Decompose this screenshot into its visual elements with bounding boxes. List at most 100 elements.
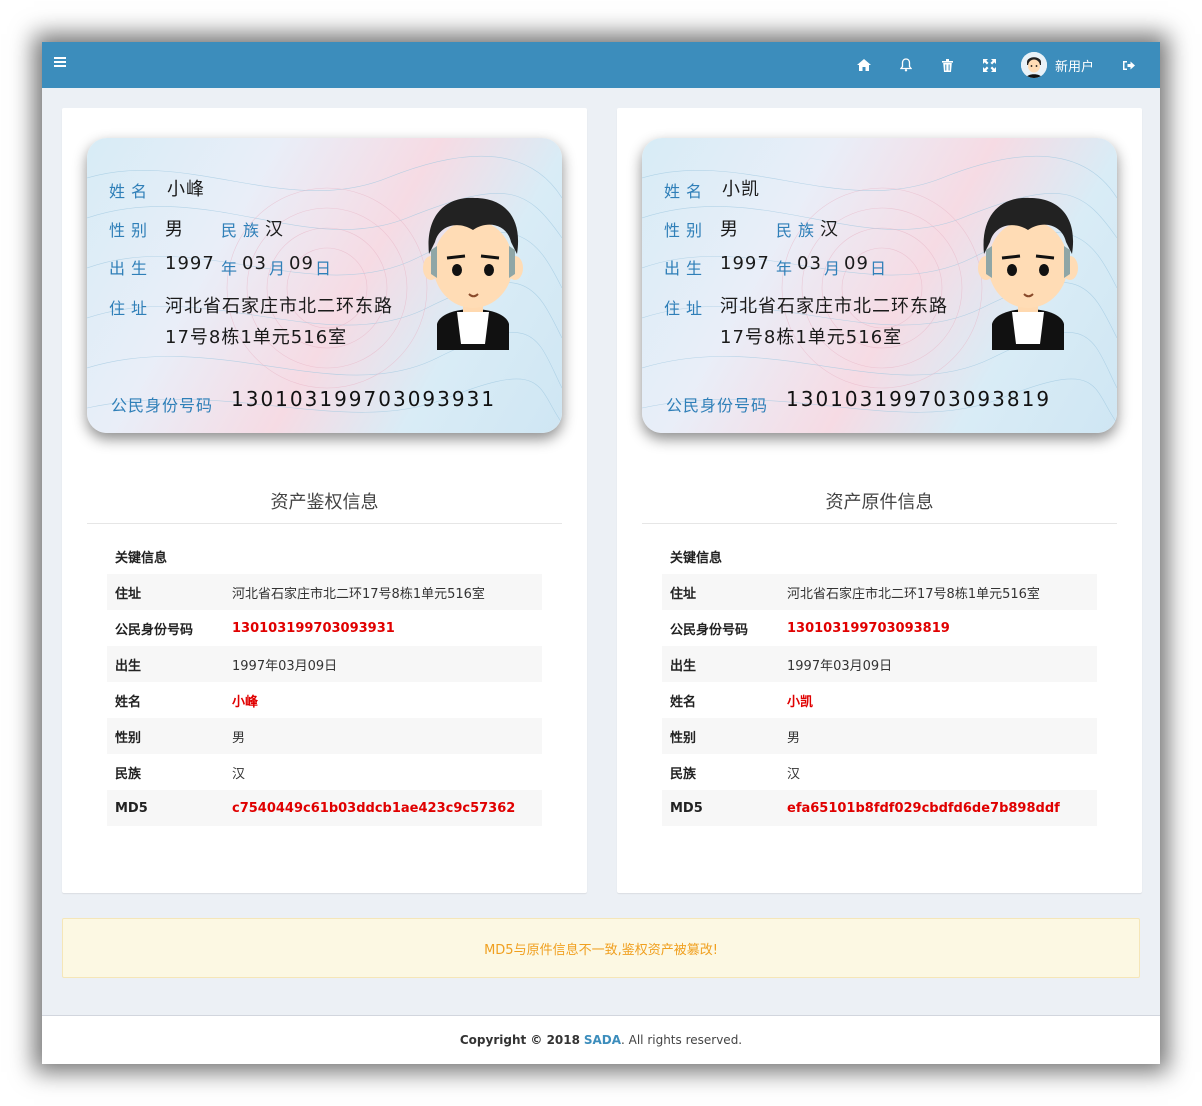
table-row: 公民身份号码 130103199703093931 <box>107 610 542 646</box>
table-row: MD5 efa65101b8fdf029cbdfd6de7b898ddf <box>662 790 1097 826</box>
card-gender: 男 <box>720 219 739 240</box>
card-label-id: 公民身份号码 <box>666 396 769 415</box>
section-title: 资产原件信息 <box>825 492 934 513</box>
row-key: 性别 <box>107 718 224 754</box>
navbar-right: 新用户 <box>843 42 1150 88</box>
card-id-number: 130103199703093819 <box>786 387 1052 411</box>
footer-copyright: Copyright © 2018 <box>459 1033 580 1047</box>
divider <box>642 523 1117 524</box>
home-icon[interactable] <box>843 42 885 88</box>
section-title: 资产鉴权信息 <box>270 492 379 513</box>
alert-message: MD5与原件信息不一致,鉴权资产被篡改! <box>484 942 718 958</box>
row-value: 河北省石家庄市北二环17号8栋1单元516室 <box>779 574 1097 610</box>
key-info-table: 关键信息 住址 河北省石家庄市北二环17号8栋1单元516室 公民身份号码 1301… <box>662 538 1097 826</box>
card-label-id: 公民身份号码 <box>111 396 214 415</box>
row-value: c7540449c61b03ddcb1ae423c9c57362 <box>224 790 542 826</box>
row-value: 1997年03月09日 <box>779 646 1097 682</box>
divider <box>87 523 562 524</box>
table-row: 姓名 小凯 <box>662 682 1097 718</box>
menu-icon[interactable] <box>54 55 74 75</box>
card-day-unit: 日 <box>315 259 332 278</box>
row-value: 130103199703093819 <box>787 620 950 636</box>
trash-icon[interactable] <box>927 42 969 88</box>
footer: Copyright © 2018 SADA. All rights reserv… <box>42 1015 1160 1064</box>
row-value: 汉 <box>787 766 801 782</box>
table-row: 民族 汉 <box>107 754 542 790</box>
card-birth-month: 03 <box>242 253 267 274</box>
card-birth-year: 1997 <box>165 253 215 274</box>
id-card-image: 姓名 小峰 性别 男 民族 汉 出生 1997 年 03 月 09 日 住址 河… <box>87 138 562 433</box>
portrait-image <box>417 194 529 350</box>
card-birth-day: 09 <box>289 253 314 274</box>
card-label-address: 住址 <box>109 299 154 318</box>
row-key: 民族 <box>115 766 142 782</box>
card-label-gender: 性别 <box>109 221 154 240</box>
card-label-ethnic: 民族 <box>221 221 266 240</box>
fullscreen-icon[interactable] <box>969 42 1011 88</box>
card-name: 小峰 <box>167 179 205 200</box>
row-key: 住址 <box>107 574 224 610</box>
row-value: 1997年03月09日 <box>224 646 542 682</box>
original-info-panel: 姓名 小凯 性别 男 民族 汉 出生 1997 年 03 月 09 日 住址 河… <box>617 108 1142 893</box>
card-label-name: 姓名 <box>664 182 709 201</box>
row-value: 小峰 <box>232 694 259 710</box>
table-row: 出生 1997年03月09日 <box>107 646 542 682</box>
card-ethnic: 汉 <box>820 219 839 240</box>
row-key: 出生 <box>662 646 779 682</box>
card-address-line1: 河北省石家庄市北二环东路 <box>720 296 948 317</box>
portrait-image <box>972 194 1084 350</box>
row-value: 130103199703093931 <box>232 620 395 636</box>
card-label-birth: 出生 <box>664 259 709 278</box>
row-value: 男 <box>779 718 1097 754</box>
card-label-name: 姓名 <box>109 182 154 201</box>
table-row: 姓名 小峰 <box>107 682 542 718</box>
card-address-line1: 河北省石家庄市北二环东路 <box>165 296 393 317</box>
card-label-address: 住址 <box>664 299 709 318</box>
table-row: 公民身份号码 130103199703093819 <box>662 610 1097 646</box>
id-card-image: 姓名 小凯 性别 男 民族 汉 出生 1997 年 03 月 09 日 住址 河… <box>642 138 1117 433</box>
table-row: 民族 汉 <box>662 754 1097 790</box>
row-key: 民族 <box>670 766 697 782</box>
table-header: 关键信息 <box>670 550 723 566</box>
card-id-number: 130103199703093931 <box>231 387 497 411</box>
footer-brand-link[interactable]: SADA <box>584 1033 621 1047</box>
user-menu[interactable]: 新用户 <box>1011 42 1108 88</box>
card-label-ethnic: 民族 <box>776 221 821 240</box>
card-month-unit: 月 <box>824 259 841 278</box>
row-key: 姓名 <box>115 694 142 710</box>
app-window: 新用户 姓名 小峰 性别 男 民族 汉 出生 1997 年 03 月 09 日 … <box>42 42 1160 1064</box>
bell-icon[interactable] <box>885 42 927 88</box>
card-label-gender: 性别 <box>664 221 709 240</box>
row-key: 住址 <box>662 574 779 610</box>
row-value: efa65101b8fdf029cbdfd6de7b898ddf <box>779 790 1097 826</box>
card-name: 小凯 <box>722 179 760 200</box>
auth-info-panel: 姓名 小峰 性别 男 民族 汉 出生 1997 年 03 月 09 日 住址 河… <box>62 108 587 893</box>
card-ethnic: 汉 <box>265 219 284 240</box>
avatar <box>1020 52 1047 78</box>
card-birth-month: 03 <box>797 253 822 274</box>
tamper-warning-alert: MD5与原件信息不一致,鉴权资产被篡改! <box>62 918 1140 978</box>
top-navbar: 新用户 <box>42 42 1160 88</box>
table-row: 性别男 <box>107 718 542 754</box>
card-birth-day: 09 <box>844 253 869 274</box>
table-row: 住址 河北省石家庄市北二环17号8栋1单元516室 <box>107 574 542 610</box>
row-key: 公民身份号码 <box>115 622 194 638</box>
card-address-line2: 17号8栋1单元516室 <box>720 327 903 348</box>
table-row: 性别男 <box>662 718 1097 754</box>
row-value: 男 <box>224 718 542 754</box>
card-month-unit: 月 <box>269 259 286 278</box>
table-row: 住址 河北省石家庄市北二环17号8栋1单元516室 <box>662 574 1097 610</box>
card-year-unit: 年 <box>776 259 793 278</box>
user-name: 新用户 <box>1054 59 1094 75</box>
logout-icon[interactable] <box>1108 42 1150 88</box>
card-gender: 男 <box>165 219 184 240</box>
footer-suffix: . All rights reserved. <box>621 1033 743 1047</box>
card-label-birth: 出生 <box>109 259 154 278</box>
table-header: 关键信息 <box>115 550 168 566</box>
row-key: 公民身份号码 <box>670 622 749 638</box>
card-birth-year: 1997 <box>720 253 770 274</box>
row-value: 小凯 <box>787 694 814 710</box>
row-key: 姓名 <box>670 694 697 710</box>
row-key: MD5 <box>107 790 224 826</box>
key-info-table: 关键信息 住址 河北省石家庄市北二环17号8栋1单元516室 公民身份号码 1301… <box>107 538 542 826</box>
